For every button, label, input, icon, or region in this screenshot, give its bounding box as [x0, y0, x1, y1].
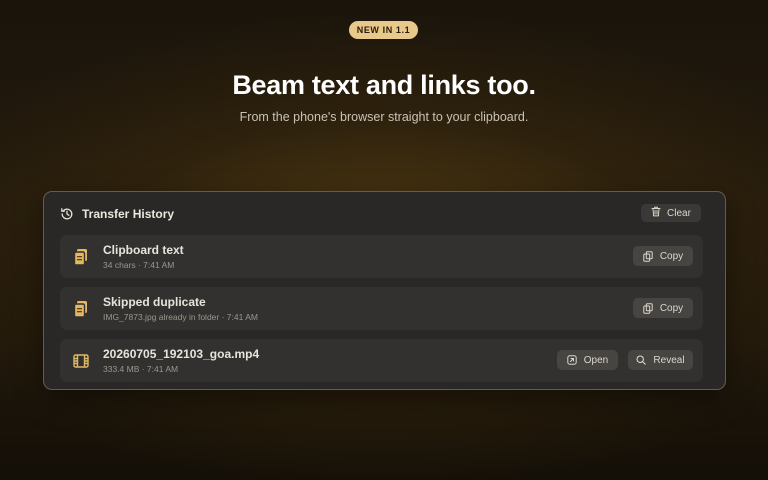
- history-row: Clipboard text 34 chars · 7:41 AM Copy: [60, 235, 703, 278]
- history-icon: [60, 207, 74, 221]
- new-version-badge: NEW IN 1.1: [349, 21, 418, 39]
- copy-button[interactable]: Copy: [633, 246, 693, 266]
- row-name: 20260705_192103_goa.mp4: [103, 347, 260, 361]
- panel-title: Transfer History: [82, 207, 175, 221]
- open-label: Open: [583, 354, 609, 366]
- copy-icon: [643, 302, 653, 314]
- row-name: Clipboard text: [103, 243, 184, 257]
- clipboard-icon: [73, 300, 89, 318]
- row-name: Skipped duplicate: [103, 295, 206, 309]
- reveal-label: Reveal: [653, 354, 685, 366]
- clipboard-icon: [73, 248, 89, 266]
- clear-button[interactable]: Clear: [641, 204, 701, 222]
- headline: Beam text and links too.: [232, 70, 536, 100]
- open-icon: [567, 355, 577, 365]
- copy-icon: [643, 250, 653, 262]
- search-icon: [636, 355, 647, 365]
- clear-label: Clear: [667, 207, 691, 219]
- transfer-history-panel: Transfer History Clear Clipboard text 34…: [43, 191, 726, 390]
- film-icon: [73, 352, 89, 370]
- panel-header: Transfer History Clear: [60, 204, 701, 224]
- reveal-button[interactable]: Reveal: [628, 350, 693, 370]
- row-meta: 34 chars · 7:41 AM: [103, 260, 175, 270]
- copy-button[interactable]: Copy: [633, 298, 693, 318]
- copy-label: Copy: [659, 250, 684, 262]
- trash-icon: [651, 206, 661, 220]
- history-row: 20260705_192103_goa.mp4 333.4 MB · 7:41 …: [60, 339, 703, 382]
- row-meta: 333.4 MB · 7:41 AM: [103, 364, 179, 374]
- subheadline: From the phone's browser straight to you…: [239, 110, 529, 124]
- row-meta: IMG_7873.jpg already in folder · 7:41 AM: [103, 312, 258, 322]
- history-row: Skipped duplicate IMG_7873.jpg already i…: [60, 287, 703, 330]
- copy-label: Copy: [659, 302, 684, 314]
- open-button[interactable]: Open: [557, 350, 618, 370]
